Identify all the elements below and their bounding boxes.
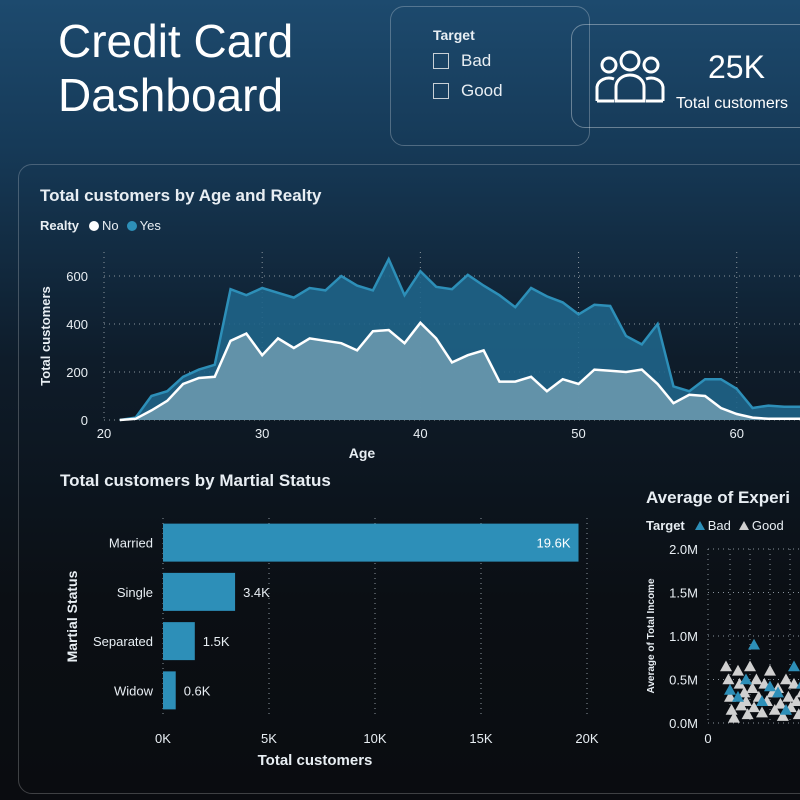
x-tick-label: 30 [255, 426, 269, 441]
scatter-point-bad [724, 683, 736, 695]
legend-title: Target [646, 518, 685, 533]
legend-title: Realty [40, 218, 80, 233]
kpi-label: Total customers [676, 95, 789, 112]
x-tick-label: 50 [571, 426, 585, 441]
legend-yes-marker [126, 220, 137, 231]
checkbox-icon[interactable] [433, 83, 449, 99]
page-title: Credit Card Dashboard [58, 14, 378, 122]
x-axis-title: Age [349, 445, 376, 461]
scatter-point-good [720, 660, 732, 672]
y-tick-label: 2.0M [669, 542, 698, 557]
y-axis-title: Martial Status [64, 570, 80, 662]
checkbox-icon[interactable] [433, 53, 449, 69]
data-label: 19.6K [537, 536, 571, 551]
category-label: Widow [114, 683, 154, 698]
x-tick-label: 15K [469, 731, 492, 746]
y-tick-label: 0.5M [669, 673, 698, 688]
bar [163, 523, 579, 562]
scatter-point-bad [788, 660, 800, 672]
bar-chart-title: Total customers by Martial Status [60, 471, 331, 490]
y-tick-label: 0.0M [669, 716, 698, 731]
data-label: 0.6K [184, 683, 211, 698]
y-axis-title: Total customers [38, 286, 53, 385]
x-tick-label: 10K [363, 731, 386, 746]
y-axis-title: Average of Total Income [646, 578, 657, 693]
scatter-point-good [764, 664, 776, 676]
category-label: Married [109, 536, 153, 551]
y-tick-label: 400 [66, 317, 88, 332]
scatter-chart-title: Average of Experi [646, 488, 790, 507]
scatter-point-good [732, 664, 744, 676]
target-option-label: Good [461, 81, 503, 100]
target-option-label: Bad [461, 51, 492, 70]
scatter-point-good [782, 690, 795, 702]
bar [163, 671, 176, 710]
area-chart: 0 200 400 600 20 30 40 50 60 Age Total customers [38, 252, 800, 461]
legend-good-label[interactable]: Good [752, 518, 784, 533]
y-tick-label: 1.5M [669, 586, 698, 601]
x-axis-title: Total customers [258, 752, 373, 769]
y-tick-label: 200 [66, 365, 88, 380]
legend-no-label[interactable]: No [102, 218, 119, 233]
title-line-2: Dashboard [58, 69, 284, 121]
target-option-good[interactable]: Good [433, 81, 503, 101]
x-tick-label: 40 [413, 426, 427, 441]
scatter-point-good [744, 660, 756, 672]
scatter-point-good [780, 673, 792, 685]
kpi-card: 25K Total customers [571, 24, 800, 128]
kpi-value: 25K [708, 49, 765, 85]
realty-legend: Realty No Yes [40, 218, 161, 233]
target-legend: Target Bad Good [646, 518, 784, 533]
title-line-1: Credit Card [58, 15, 294, 67]
legend-yes-label[interactable]: Yes [140, 218, 161, 233]
target-option-bad[interactable]: Bad [433, 51, 491, 71]
y-tick-label: 1.0M [669, 629, 698, 644]
data-label: 1.5K [203, 634, 230, 649]
scatter-point-good [750, 673, 763, 685]
target-filter-label: Target [433, 27, 475, 43]
x-tick-label: 0 [704, 731, 711, 746]
category-label: Separated [93, 634, 153, 649]
bar-chart: 0K 5K 10K 15K 20K Married 19.6K Single 3.4K Separ… [64, 518, 599, 769]
people-group-icon [595, 50, 665, 103]
x-tick-label: 0K [155, 731, 171, 746]
category-label: Single [117, 585, 153, 600]
legend-no-marker [89, 220, 100, 231]
x-tick-label: 20 [97, 426, 111, 441]
y-tick-label: 600 [66, 269, 88, 284]
bar [163, 622, 195, 661]
x-tick-label: 20K [575, 731, 598, 746]
target-filter-panel: Target Bad Good [390, 6, 590, 146]
y-tick-label: 0 [81, 413, 88, 428]
x-tick-label: 5K [261, 731, 277, 746]
data-label: 3.4K [243, 585, 270, 600]
scatter-chart: 0.0M 0.5M 1.0M 1.5M 2.0M 0 Average of Total In… [646, 542, 800, 746]
legend-good-marker [738, 521, 749, 530]
legend-bad-marker [694, 521, 705, 530]
x-tick-label: 60 [729, 426, 743, 441]
area-chart-title: Total customers by Age and Realty [40, 186, 322, 205]
bar [163, 572, 236, 611]
legend-bad-label[interactable]: Bad [708, 518, 731, 533]
